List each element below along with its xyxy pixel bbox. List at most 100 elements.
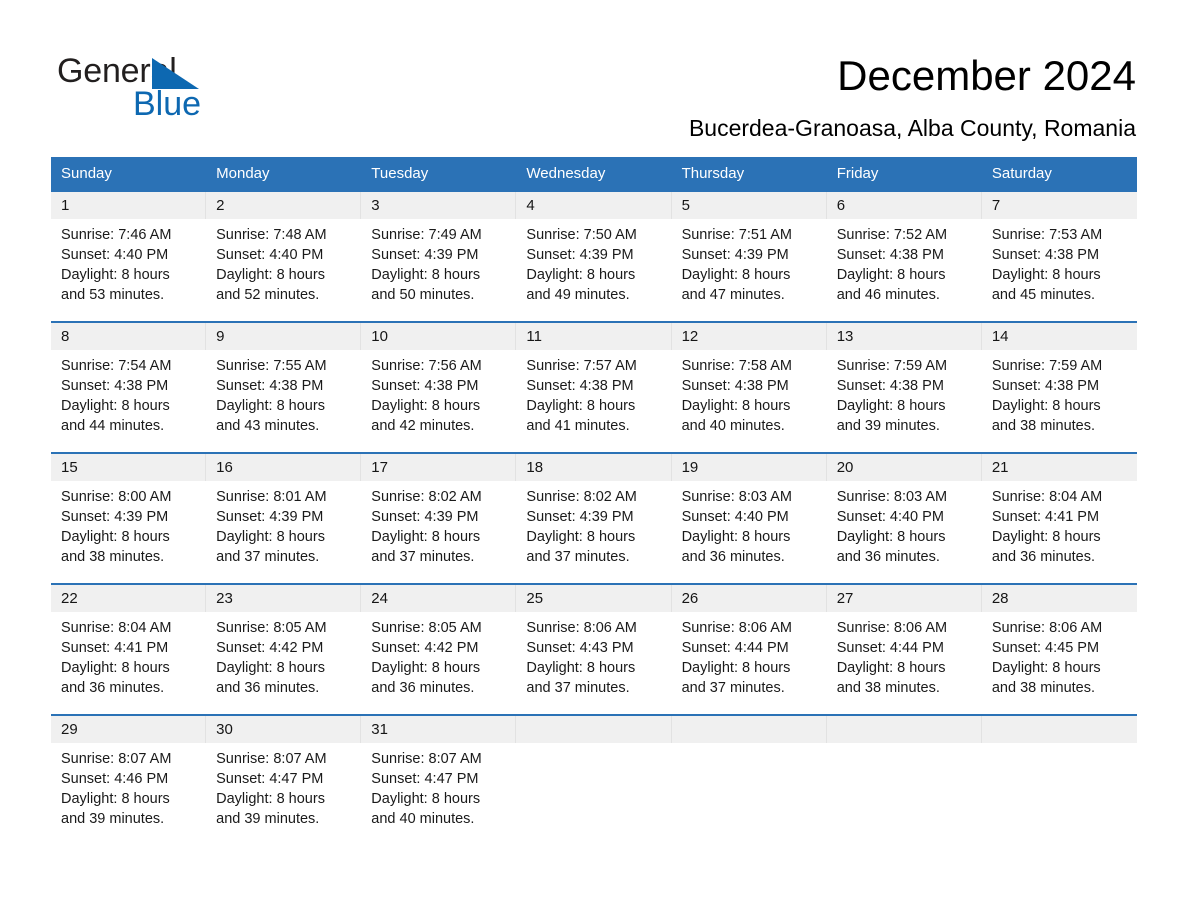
day-number: 30 <box>206 716 362 743</box>
daylight-text-line2: and 36 minutes. <box>836 549 940 565</box>
day-number: 25 <box>516 585 672 612</box>
day-details: Sunrise: 8:05 AM Sunset: 4:42 PM Daylight:… <box>206 612 362 714</box>
calendar-day-cell[interactable]: 31 Sunrise: 8:07 AM Sunset: 4:47 PM Dayligh… <box>361 716 517 847</box>
day-details: Sunrise: 8:06 AM Sunset: 4:44 PM Daylight:… <box>671 612 827 714</box>
sunset-text: Sunset: 4:47 PM <box>371 771 479 787</box>
calendar-day-cell[interactable]: 23 Sunrise: 8:05 AM Sunset: 4:42 PM Dayligh… <box>206 585 362 714</box>
calendar-day-cell[interactable]: 6 Sunrise: 7:52 AM Sunset: 4:38 PM Daylight… <box>826 192 982 321</box>
sunset-text: Sunset: 4:42 PM <box>371 640 479 656</box>
daylight-text-line1: Daylight: 8 hours <box>216 267 325 283</box>
daylight-text-line2: and 43 minutes. <box>216 418 320 434</box>
calendar-day-cell[interactable]: 18 Sunrise: 8:02 AM Sunset: 4:39 PM Dayligh… <box>516 454 672 583</box>
sunset-text: Sunset: 4:46 PM <box>61 771 169 787</box>
calendar-day-cell[interactable]: 16 Sunrise: 8:01 AM Sunset: 4:39 PM Dayligh… <box>206 454 362 583</box>
calendar-day-cell[interactable]: 30 Sunrise: 8:07 AM Sunset: 4:47 PM Dayligh… <box>206 716 362 847</box>
sunset-text: Sunset: 4:38 PM <box>526 378 634 394</box>
sunset-text: Sunset: 4:40 PM <box>216 247 324 263</box>
weekday-header-tuesday: Tuesday <box>371 165 429 182</box>
calendar-day-cell[interactable]: 22 Sunrise: 8:04 AM Sunset: 4:41 PM Dayligh… <box>51 585 207 714</box>
daylight-text-line2: and 36 minutes. <box>371 680 475 696</box>
daylight-text-line2: and 38 minutes. <box>836 680 940 696</box>
calendar-day-cell[interactable]: 11 Sunrise: 7:57 AM Sunset: 4:38 PM Dayligh… <box>516 323 672 452</box>
calendar-day-cell[interactable]: 19 Sunrise: 8:03 AM Sunset: 4:40 PM Dayligh… <box>671 454 827 583</box>
sunrise-text: Sunrise: 7:56 AM <box>371 358 482 374</box>
calendar-day-cell[interactable]: 26 Sunrise: 8:06 AM Sunset: 4:44 PM Dayligh… <box>671 585 827 714</box>
calendar-day-cell[interactable]: 25 Sunrise: 8:06 AM Sunset: 4:43 PM Dayligh… <box>516 585 672 714</box>
day-number: 14 <box>981 323 1137 350</box>
sunrise-text: Sunrise: 7:59 AM <box>991 358 1103 374</box>
daylight-text-line1: Daylight: 8 hours <box>526 660 636 676</box>
calendar-day-cell[interactable]: 13 Sunrise: 7:59 AM Sunset: 4:38 PM Dayligh… <box>826 323 982 452</box>
day-details: Sunrise: 7:46 AM Sunset: 4:40 PM Daylight:… <box>51 219 207 321</box>
calendar-empty-cell <box>516 716 672 847</box>
calendar-page: General Blue December 2024 Bucerdea-Gran… <box>0 0 1188 918</box>
sunrise-text: Sunrise: 8:01 AM <box>216 489 327 505</box>
calendar-day-cell[interactable]: 7 Sunrise: 7:53 AM Sunset: 4:38 PM Daylight… <box>981 192 1137 321</box>
sunset-text: Sunset: 4:38 PM <box>61 378 169 394</box>
calendar-day-cell[interactable]: 12 Sunrise: 7:58 AM Sunset: 4:38 PM Dayligh… <box>671 323 827 452</box>
weekday-header-thursday: Thursday <box>681 165 745 182</box>
calendar-day-cell[interactable]: 20 Sunrise: 8:03 AM Sunset: 4:40 PM Dayligh… <box>826 454 982 583</box>
sunrise-text: Sunrise: 7:49 AM <box>371 227 482 243</box>
day-details: Sunrise: 7:48 AM Sunset: 4:40 PM Daylight:… <box>206 219 362 321</box>
sunset-text: Sunset: 4:38 PM <box>836 247 944 263</box>
sunrise-text: Sunrise: 7:53 AM <box>991 227 1103 243</box>
calendar-day-cell[interactable]: 3 Sunrise: 7:49 AM Sunset: 4:39 PM Daylight… <box>361 192 517 321</box>
calendar-day-cell[interactable]: 27 Sunrise: 8:06 AM Sunset: 4:44 PM Dayligh… <box>826 585 982 714</box>
calendar-day-cell[interactable]: 21 Sunrise: 8:04 AM Sunset: 4:41 PM Dayligh… <box>981 454 1137 583</box>
sunset-text: Sunset: 4:43 PM <box>526 640 634 656</box>
sunset-text: Sunset: 4:45 PM <box>991 640 1100 656</box>
daylight-text-line1: Daylight: 8 hours <box>216 791 325 807</box>
sunrise-text: Sunrise: 8:00 AM <box>61 489 172 505</box>
day-number: 21 <box>981 454 1137 481</box>
daylight-text-line2: and 37 minutes. <box>371 549 475 565</box>
daylight-text-line1: Daylight: 8 hours <box>371 529 481 545</box>
calendar-day-cell[interactable]: 29 Sunrise: 8:07 AM Sunset: 4:46 PM Dayligh… <box>51 716 207 847</box>
sunrise-text: Sunrise: 8:05 AM <box>216 620 327 636</box>
daylight-text-line2: and 46 minutes. <box>836 287 940 303</box>
day-number <box>671 716 827 743</box>
day-details: Sunrise: 7:59 AM Sunset: 4:38 PM Daylight:… <box>981 350 1137 452</box>
calendar-day-cell[interactable]: 2 Sunrise: 7:48 AM Sunset: 4:40 PM Daylight… <box>206 192 362 321</box>
day-details <box>981 743 1137 847</box>
day-details: Sunrise: 7:49 AM Sunset: 4:39 PM Daylight:… <box>361 219 517 321</box>
sunrise-text: Sunrise: 7:51 AM <box>681 227 792 243</box>
calendar-empty-cell <box>826 716 982 847</box>
daylight-text-line2: and 52 minutes. <box>216 287 320 303</box>
calendar-day-cell[interactable]: 5 Sunrise: 7:51 AM Sunset: 4:39 PM Daylight… <box>671 192 827 321</box>
sunrise-text: Sunrise: 8:04 AM <box>61 620 172 636</box>
calendar-day-cell[interactable]: 15 Sunrise: 8:00 AM Sunset: 4:39 PM Dayligh… <box>51 454 207 583</box>
calendar-day-cell[interactable]: 4 Sunrise: 7:50 AM Sunset: 4:39 PM Daylight… <box>516 192 672 321</box>
day-number <box>981 716 1137 743</box>
daylight-text-line1: Daylight: 8 hours <box>371 398 481 414</box>
sunset-text: Sunset: 4:38 PM <box>681 378 789 394</box>
calendar-day-cell[interactable]: 24 Sunrise: 8:05 AM Sunset: 4:42 PM Dayligh… <box>361 585 517 714</box>
calendar-day-cell[interactable]: 14 Sunrise: 7:59 AM Sunset: 4:38 PM Dayligh… <box>981 323 1137 452</box>
daylight-text-line1: Daylight: 8 hours <box>836 529 946 545</box>
day-number: 29 <box>51 716 207 743</box>
day-details: Sunrise: 8:06 AM Sunset: 4:44 PM Daylight:… <box>826 612 982 714</box>
calendar-day-cell[interactable]: 10 Sunrise: 7:56 AM Sunset: 4:38 PM Dayligh… <box>361 323 517 452</box>
daylight-text-line2: and 36 minutes. <box>991 549 1096 565</box>
sunset-text: Sunset: 4:40 PM <box>61 247 169 263</box>
sunset-text: Sunset: 4:39 PM <box>681 247 789 263</box>
calendar-day-cell[interactable]: 28 Sunrise: 8:06 AM Sunset: 4:45 PM Dayligh… <box>981 585 1137 714</box>
sunrise-text: Sunrise: 7:58 AM <box>681 358 792 374</box>
day-details: Sunrise: 7:58 AM Sunset: 4:38 PM Daylight:… <box>671 350 827 452</box>
general-blue-logo[interactable]: General Blue <box>57 52 257 124</box>
day-number: 22 <box>51 585 207 612</box>
calendar-day-cell[interactable]: 1 Sunrise: 7:46 AM Sunset: 4:40 PM Daylight… <box>51 192 207 321</box>
sunrise-text: Sunrise: 8:04 AM <box>991 489 1103 505</box>
day-number: 19 <box>671 454 827 481</box>
sunset-text: Sunset: 4:38 PM <box>836 378 944 394</box>
daylight-text-line1: Daylight: 8 hours <box>836 660 946 676</box>
calendar-day-cell[interactable]: 17 Sunrise: 8:02 AM Sunset: 4:39 PM Dayligh… <box>361 454 517 583</box>
daylight-text-line1: Daylight: 8 hours <box>991 660 1101 676</box>
daylight-text-line2: and 53 minutes. <box>61 287 165 303</box>
sunset-text: Sunset: 4:38 PM <box>371 378 479 394</box>
sunrise-text: Sunrise: 8:02 AM <box>371 489 482 505</box>
day-details <box>826 743 982 847</box>
calendar-day-cell[interactable]: 8 Sunrise: 7:54 AM Sunset: 4:38 PM Daylight… <box>51 323 207 452</box>
calendar-day-cell[interactable]: 9 Sunrise: 7:55 AM Sunset: 4:38 PM Daylight… <box>206 323 362 452</box>
daylight-text-line1: Daylight: 8 hours <box>681 529 791 545</box>
